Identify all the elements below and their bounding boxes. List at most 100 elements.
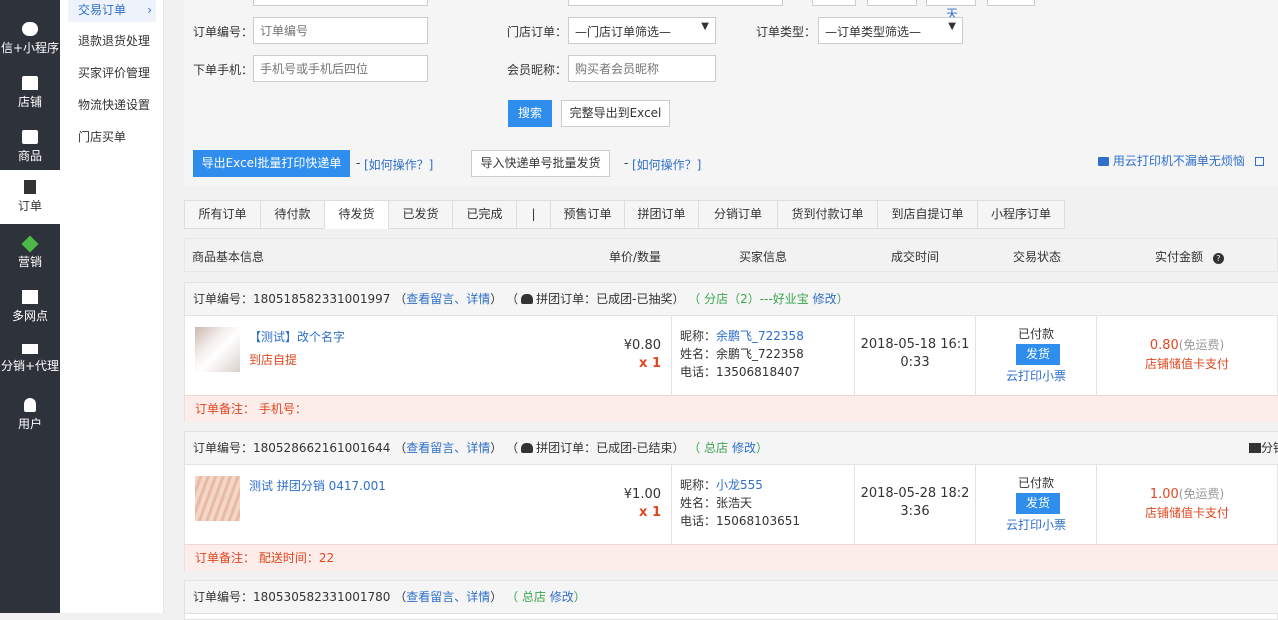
store-icon [22, 76, 38, 90]
status-cell: 已付款 发货 云打印小票 [976, 465, 1097, 544]
store-order-select[interactable]: —门店订单筛选— ▼ [568, 17, 716, 44]
view-details-link[interactable]: 查看留言、详情 [406, 590, 490, 604]
tab-pickup[interactable]: 到店自提订单 [877, 200, 978, 229]
delivery-method: 到店自提 [249, 353, 298, 367]
date-btn-partial-4[interactable] [987, 0, 1035, 6]
tab-miniprogram[interactable]: 小程序订单 [977, 200, 1065, 229]
deal-time-b: 3:36 [900, 504, 930, 519]
tab-completed[interactable]: 已完成 [452, 200, 517, 229]
th-status: 交易状态 [1013, 250, 1062, 264]
sub-item-reviews[interactable]: 买家评价管理 [68, 61, 156, 85]
howto-link-2[interactable]: [如何操作？] [632, 156, 701, 173]
nav-orders[interactable]: 订单 [0, 170, 60, 224]
sub-item-logistics[interactable]: 物流快递设置 [68, 93, 156, 117]
cloud-print-link[interactable]: 用云打印机不漏单无烦恼 [1098, 152, 1264, 169]
order-no-input[interactable] [253, 17, 428, 44]
howto-link-1[interactable]: [如何操作？] [364, 156, 433, 173]
main-content: 天 订单编号： 门店订单： —门店订单筛选— ▼ 订单类型： —订单类型筛选— … [184, 0, 1278, 620]
status-cell: 已付款 发货 云打印小票 [976, 316, 1097, 395]
view-details-link[interactable]: 查看留言、详情 [406, 292, 490, 306]
order-header: 订单编号：180528662161001644 （查看留言、详情） （拼团订单：… [185, 432, 1278, 465]
order-number: 180528662161001644 [253, 441, 391, 455]
phone-input[interactable] [253, 55, 428, 82]
nav-users[interactable]: 用户 [0, 388, 60, 442]
date-btn-partial[interactable] [812, 0, 856, 6]
order-block: 订单编号：180530582331001780 （查看留言、详情） （ 总店 修… [184, 580, 1278, 620]
order-number: 180518582331001997 [253, 292, 391, 306]
deal-time-b: 0:33 [900, 355, 930, 370]
top-input-partial-2[interactable] [568, 0, 783, 6]
freight-note: (免运费) [1178, 338, 1225, 352]
order-type-select[interactable]: —订单类型筛选— ▼ [818, 17, 963, 44]
quantity: x 1 [639, 356, 661, 371]
import-tracking-button[interactable]: 导入快递单号批量发货 [471, 150, 610, 177]
tab-pending-pay[interactable]: 待付款 [260, 200, 325, 229]
network-icon [22, 344, 38, 354]
pay-method: 店铺储值卡支付 [1144, 506, 1229, 520]
buyer-name: 姓名：张浩天 [680, 496, 753, 510]
search-button[interactable]: 搜索 [508, 100, 552, 127]
ship-button[interactable]: 发货 [1016, 493, 1060, 514]
paid-amount: 1.00 [1149, 487, 1179, 502]
th-price-qty: 单价/数量 [609, 250, 662, 264]
nav-distribution[interactable]: 分销+代理 [0, 334, 60, 388]
table-header: 商品基本信息 单价/数量 买家信息 成交时间 交易状态 实付金额 ? [184, 238, 1278, 272]
modify-store-link[interactable]: 修改 [550, 590, 574, 604]
tab-pending-ship[interactable]: 待发货 [324, 200, 389, 229]
buyer-name: 姓名：余鹏飞_722358 [680, 347, 804, 361]
help-icon[interactable]: ? [1212, 253, 1224, 264]
th-time: 成交时间 [891, 250, 940, 264]
product-name-link[interactable]: 【测试】改个名字 [249, 328, 345, 345]
product-thumbnail[interactable] [195, 327, 240, 372]
nav-wechat[interactable]: 信+小程序 [0, 12, 60, 66]
order-header: 订单编号：180530582331001780 （查看留言、详情） （ 总店 修… [185, 581, 1278, 614]
tab-distribution[interactable]: 分销订单 [698, 200, 778, 229]
export-batch-print-button[interactable]: 导出Excel批量打印快递单 [193, 150, 350, 177]
buyer-nickname-link[interactable]: 余鹏飞_722358 [716, 329, 804, 343]
sub-item-trade-orders[interactable]: 交易订单 › [68, 0, 156, 22]
ship-button[interactable]: 发货 [1016, 344, 1060, 365]
product-cell: 测试 拼团分销 0417.001 ¥1.00 x 1 [185, 465, 672, 544]
th-buyer: 买家信息 [739, 250, 788, 264]
th-product: 商品基本信息 [192, 250, 265, 264]
nav-marketing[interactable]: 营销 [0, 228, 60, 282]
buyer-cell: 昵称：小龙555 姓名：张浩天 电话：15068103651 [672, 465, 855, 544]
order-body: 测试 拼团分销 0417.001 ¥1.00 x 1 昵称：小龙555 姓名：张… [185, 465, 1278, 544]
main-nav: 信+小程序 店铺 商品 订单 营销 多网点 分销+代理 用户 [0, 0, 60, 613]
sub-item-store-pay[interactable]: 门店买单 [68, 125, 156, 149]
order-body: 【测试】改个名字 到店自提 ¥0.80 x 1 昵称：余鹏飞_722358 姓名… [185, 316, 1278, 395]
modify-store-link[interactable]: 修改 [813, 292, 837, 306]
pay-method: 店铺储值卡支付 [1144, 357, 1229, 371]
modify-store-link[interactable]: 修改 [732, 441, 756, 455]
deal-time-a: 2018-05-18 16:1 [860, 337, 970, 352]
order-icon [24, 180, 36, 194]
amount-cell: 1.00(免运费) 店铺储值卡支付 [1097, 465, 1278, 544]
product-thumbnail[interactable] [195, 476, 240, 521]
top-input-partial[interactable] [253, 0, 428, 6]
tab-all[interactable]: 所有订单 [184, 200, 261, 229]
dash-sep-2: - [624, 156, 629, 170]
tab-cod[interactable]: 货到付款订单 [777, 200, 878, 229]
date-btn-partial-2[interactable] [867, 0, 917, 6]
dash-sep-1: - [356, 156, 361, 170]
buyer-nickname-link[interactable]: 小龙555 [716, 478, 763, 492]
paid-amount: 0.80 [1149, 338, 1179, 353]
distribution-icon [1249, 443, 1261, 453]
tab-shipped[interactable]: 已发货 [388, 200, 453, 229]
nickname-input[interactable] [568, 55, 716, 82]
tab-presale[interactable]: 预售订单 [550, 200, 625, 229]
cloud-print-receipt-link[interactable]: 云打印小票 [976, 516, 1096, 533]
view-details-link[interactable]: 查看留言、详情 [406, 441, 490, 455]
nav-goods[interactable]: 商品 [0, 120, 60, 174]
th-amount: 实付金额 ? [1155, 248, 1224, 265]
nav-store[interactable]: 店铺 [0, 66, 60, 120]
nav-multi-store[interactable]: 多网点 [0, 280, 60, 334]
cloud-print-receipt-link[interactable]: 云打印小票 [976, 367, 1096, 384]
user-icon [24, 398, 36, 412]
export-excel-button[interactable]: 完整导出到Excel [561, 100, 670, 127]
tab-group-buy[interactable]: 拼团订单 [624, 200, 699, 229]
sub-item-refunds[interactable]: 退款退货处理 [68, 29, 156, 53]
group-status: 拼团订单：已成团-已抽奖 [536, 292, 673, 306]
order-block: 订单编号：180518582331001997 （查看留言、详情） （拼团订单：… [184, 282, 1278, 422]
product-name-link[interactable]: 测试 拼团分销 0417.001 [249, 477, 386, 494]
